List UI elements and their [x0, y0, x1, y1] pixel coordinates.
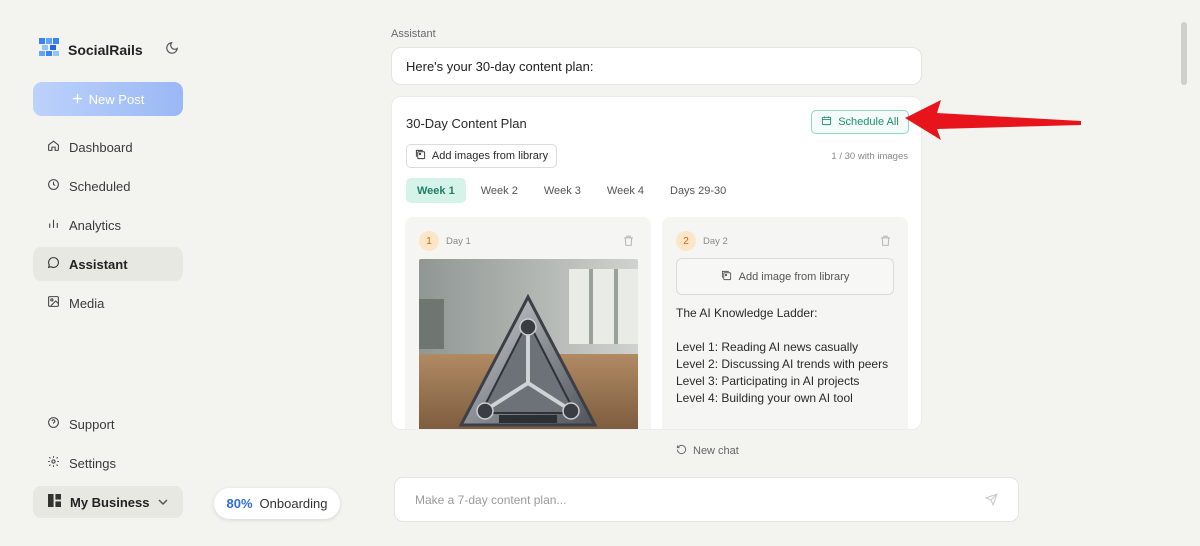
day-card: 2 Day 2 Add image from library The AI Kn… — [662, 217, 908, 429]
images-icon — [721, 270, 732, 284]
nav-label: Support — [69, 416, 115, 432]
help-circle-icon — [47, 416, 60, 432]
post-image[interactable] — [419, 259, 638, 429]
calendar-icon — [821, 115, 832, 129]
nav-label: Analytics — [69, 217, 122, 233]
onboarding-label: Onboarding — [259, 496, 328, 511]
sidebar: SocialRails New Post Dashboard Scheduled… — [0, 0, 210, 546]
layout-icon — [48, 494, 61, 510]
home-icon — [47, 139, 60, 155]
nav-label: Media — [69, 295, 105, 311]
new-post-label: New Post — [88, 91, 145, 107]
nav-item-analytics[interactable]: Analytics — [33, 208, 183, 242]
day-card: 1 Day 1 — [405, 217, 651, 429]
nav-label: Assistant — [69, 256, 128, 272]
trash-icon[interactable] — [622, 234, 635, 247]
brand-name: SocialRails — [68, 41, 143, 58]
add-images-from-library-button[interactable]: Add images from library — [406, 144, 557, 168]
nav-item-assistant[interactable]: Assistant — [33, 247, 183, 281]
nav-item-media[interactable]: Media — [33, 286, 183, 320]
day-label: Day 1 — [446, 236, 471, 247]
bar-chart-icon — [47, 217, 60, 233]
image-count: 1 / 30 with images — [831, 151, 908, 162]
send-icon[interactable] — [984, 493, 998, 507]
schedule-all-label: Schedule All — [838, 116, 899, 128]
day-label: Day 2 — [703, 236, 728, 247]
day-number-badge: 2 — [676, 231, 696, 251]
post-text[interactable]: The AI Knowledge Ladder: Level 1: Readin… — [676, 305, 896, 407]
scrollbar-thumb[interactable] — [1181, 22, 1187, 85]
plus-icon — [72, 92, 83, 107]
chat-input[interactable] — [415, 491, 965, 509]
tab-week-2[interactable]: Week 2 — [470, 178, 529, 203]
assistant-message: Here's your 30-day content plan: — [391, 47, 922, 85]
nav-label: Scheduled — [69, 178, 131, 194]
week-tabs: Week 1 Week 2 Week 3 Week 4 Days 29-30 — [406, 178, 737, 203]
socialrails-logo-icon — [38, 37, 60, 62]
tab-week-3[interactable]: Week 3 — [533, 178, 592, 203]
tab-week-1[interactable]: Week 1 — [406, 178, 466, 203]
clock-icon — [47, 178, 60, 194]
add-images-label: Add images from library — [431, 150, 549, 162]
message-composer — [394, 477, 1019, 522]
annotation-arrow-icon — [905, 100, 1081, 140]
nav-label: Settings — [69, 455, 116, 471]
business-switcher[interactable]: My Business — [33, 486, 183, 518]
message-role-label: Assistant — [391, 28, 436, 40]
nav-item-scheduled[interactable]: Scheduled — [33, 169, 183, 203]
gear-icon — [47, 455, 60, 471]
brand[interactable]: SocialRails — [38, 37, 143, 62]
day-number-badge: 1 — [419, 231, 439, 251]
nav-item-settings[interactable]: Settings — [33, 446, 183, 480]
chevron-down-icon — [157, 496, 169, 508]
schedule-all-button[interactable]: Schedule All — [811, 110, 909, 134]
refresh-icon — [676, 444, 687, 458]
tab-days-29-30[interactable]: Days 29-30 — [659, 178, 737, 203]
moon-icon[interactable] — [165, 41, 179, 55]
new-chat-button[interactable]: New chat — [676, 444, 739, 458]
onboarding-percent: 80% — [226, 496, 253, 511]
chat-bubble-icon — [47, 256, 60, 272]
nav-item-dashboard[interactable]: Dashboard — [33, 130, 183, 164]
new-post-button[interactable]: New Post — [33, 82, 183, 116]
new-chat-label: New chat — [693, 445, 739, 457]
nav-item-support[interactable]: Support — [33, 407, 183, 441]
tab-week-4[interactable]: Week 4 — [596, 178, 655, 203]
add-image-from-library-button[interactable]: Add image from library — [676, 258, 894, 295]
plan-title: 30-Day Content Plan — [406, 116, 527, 131]
content-plan-card: 30-Day Content Plan Schedule All Add ima… — [391, 96, 922, 430]
onboarding-progress[interactable]: 80% Onboarding — [214, 488, 340, 519]
business-label: My Business — [70, 494, 150, 510]
image-icon — [47, 295, 60, 311]
add-image-label: Add image from library — [738, 270, 850, 283]
nav-label: Dashboard — [69, 139, 133, 155]
trash-icon[interactable] — [879, 234, 892, 247]
images-icon — [415, 149, 426, 163]
